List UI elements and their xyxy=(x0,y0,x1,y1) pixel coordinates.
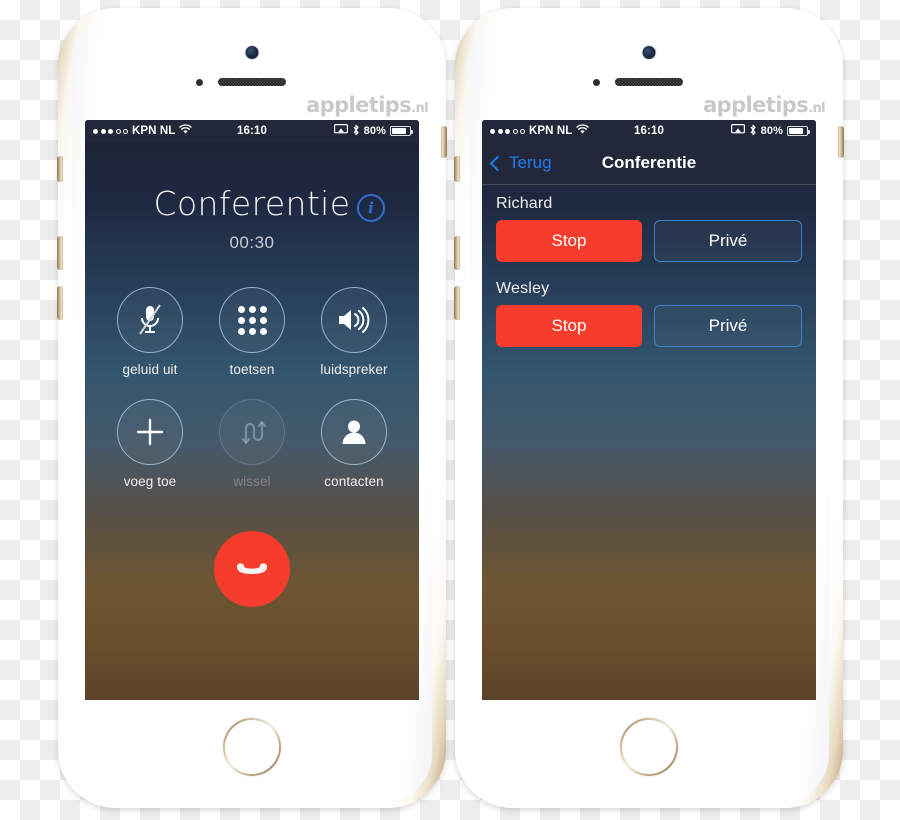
status-bar: KPN NL 16:10 80% xyxy=(85,120,419,142)
call-action-label: toetsen xyxy=(229,362,275,377)
participant-actions: Stop Privé xyxy=(482,305,816,355)
end-call-button[interactable] xyxy=(214,531,290,607)
watermark-name: appletips xyxy=(306,93,412,117)
status-bar-right: 80% xyxy=(730,124,810,139)
home-button[interactable] xyxy=(223,718,281,776)
silent-switch[interactable] xyxy=(454,156,460,182)
watermark-name: appletips xyxy=(703,93,809,117)
person-icon xyxy=(321,399,387,465)
power-button[interactable] xyxy=(441,126,447,158)
phone-screen-call: KPN NL 16:10 80% Conferentie i 00:30 gel… xyxy=(85,120,419,700)
volume-down-button[interactable] xyxy=(454,286,460,320)
call-header: Conferentie i 00:30 xyxy=(85,142,419,253)
bluetooth-icon xyxy=(749,124,757,139)
keypad-icon xyxy=(219,287,285,353)
stop-button[interactable]: Stop xyxy=(496,220,642,262)
list-item: Richard Stop Privé xyxy=(482,185,816,270)
chevron-left-icon xyxy=(489,155,506,171)
participant-list: Richard Stop Privé Wesley Stop Privé xyxy=(482,185,816,355)
call-action-label: wissel xyxy=(233,474,271,489)
volume-up-button[interactable] xyxy=(57,236,63,270)
plus-icon xyxy=(117,399,183,465)
front-camera-icon xyxy=(642,46,656,59)
participant-name: Wesley xyxy=(496,280,550,297)
call-action-mute[interactable]: geluid uit xyxy=(99,287,201,377)
call-timer: 00:30 xyxy=(229,233,275,252)
call-action-speaker[interactable]: luidspreker xyxy=(303,287,405,377)
call-action-keypad[interactable]: toetsen xyxy=(201,287,303,377)
watermark-appletips: appletips.nl xyxy=(306,93,429,117)
iphone-device-right: appletips.nl KPN NL 16:10 80% Terug Conf… xyxy=(454,8,844,808)
info-icon[interactable]: i xyxy=(357,194,385,222)
back-button[interactable]: Terug xyxy=(489,153,552,173)
watermark-tld: .nl xyxy=(411,101,428,116)
screenshot-stage: appletips.nl KPN NL 16:10 80% Conferenti… xyxy=(0,0,900,820)
status-bar: KPN NL 16:10 80% xyxy=(482,120,816,142)
stop-button[interactable]: Stop xyxy=(496,305,642,347)
volume-up-button[interactable] xyxy=(454,236,460,270)
call-action-swap: wissel xyxy=(201,399,303,489)
watermark-appletips: appletips.nl xyxy=(703,93,826,117)
airplay-icon xyxy=(730,124,745,138)
end-call-handset-icon xyxy=(237,563,267,574)
call-action-contacts[interactable]: contacten xyxy=(303,399,405,489)
participant-actions: Stop Privé xyxy=(482,220,816,270)
bluetooth-icon xyxy=(352,124,360,139)
private-button[interactable]: Privé xyxy=(654,305,802,347)
iphone-device-left: appletips.nl KPN NL 16:10 80% Conferenti… xyxy=(57,8,447,808)
volume-down-button[interactable] xyxy=(57,286,63,320)
battery-percent-label: 80% xyxy=(760,125,783,137)
swap-icon xyxy=(219,399,285,465)
watermark-tld: .nl xyxy=(808,101,825,116)
list-item: Wesley Stop Privé xyxy=(482,270,816,355)
home-button[interactable] xyxy=(620,718,678,776)
navigation-bar: Terug Conferentie xyxy=(482,142,816,185)
call-action-add-call[interactable]: voeg toe xyxy=(99,399,201,489)
private-button[interactable]: Privé xyxy=(654,220,802,262)
front-camera-icon xyxy=(245,46,259,59)
earpiece-speaker-icon xyxy=(218,78,286,86)
battery-icon xyxy=(390,126,413,136)
call-action-label: luidspreker xyxy=(320,362,388,377)
airplay-icon xyxy=(333,124,348,138)
participant-name: Richard xyxy=(496,195,553,212)
speaker-icon xyxy=(321,287,387,353)
call-action-label: voeg toe xyxy=(123,474,177,489)
call-actions-grid: geluid uit toetsen luidspreker voeg toe … xyxy=(85,287,419,489)
earpiece-speaker-icon xyxy=(615,78,683,86)
proximity-sensor-icon xyxy=(196,79,203,86)
mic-off-icon xyxy=(117,287,183,353)
end-call-row xyxy=(85,531,419,607)
power-button[interactable] xyxy=(838,126,844,158)
back-button-label: Terug xyxy=(509,153,552,172)
status-bar-right: 80% xyxy=(333,124,413,139)
call-action-label: geluid uit xyxy=(122,362,178,377)
silent-switch[interactable] xyxy=(57,156,63,182)
battery-icon xyxy=(787,126,810,136)
battery-percent-label: 80% xyxy=(363,125,386,137)
call-action-label: contacten xyxy=(324,474,384,489)
proximity-sensor-icon xyxy=(593,79,600,86)
phone-screen-conference: KPN NL 16:10 80% Terug Conferentie Richa… xyxy=(482,120,816,700)
